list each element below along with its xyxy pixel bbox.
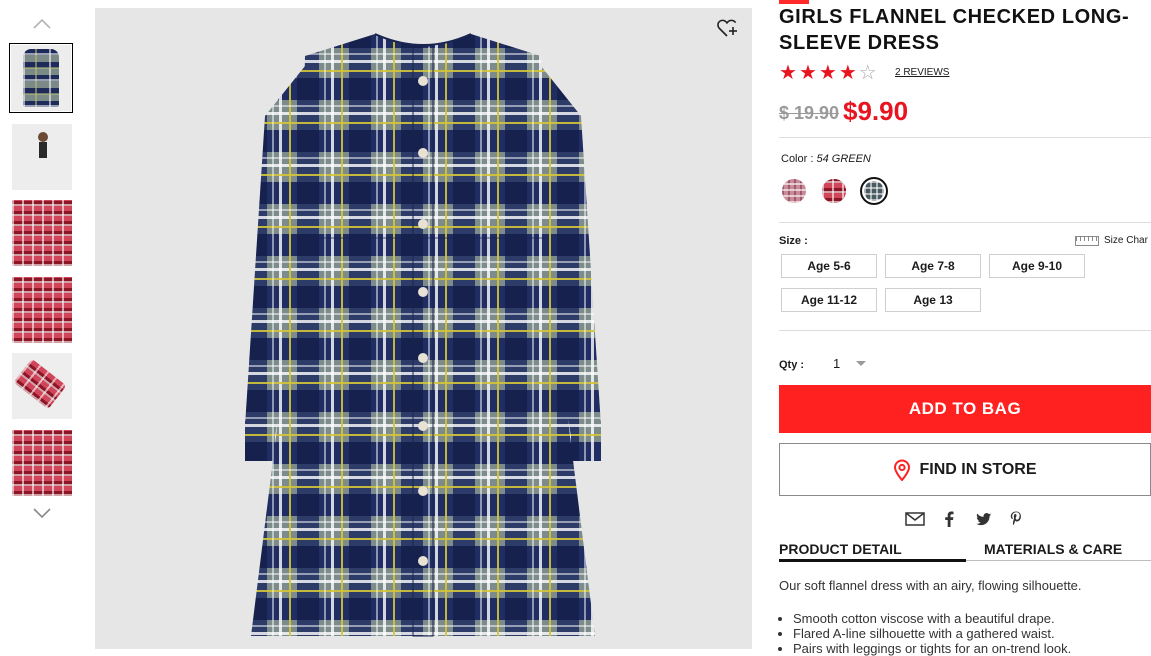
thumbnail-3[interactable]: [12, 200, 72, 266]
chevron-down-icon: [33, 508, 51, 519]
find-in-store-button[interactable]: FIND IN STORE: [779, 443, 1151, 496]
thumbnail-2[interactable]: [12, 124, 72, 190]
tab-active-indicator: [779, 559, 966, 562]
size-option[interactable]: Age 5-6: [781, 254, 877, 278]
thumbnail-4[interactable]: [12, 277, 72, 343]
size-label: Size :: [779, 235, 808, 247]
share-pinterest[interactable]: [1006, 509, 1026, 529]
qty-select[interactable]: 1: [825, 350, 875, 376]
thumbnail-1[interactable]: [9, 43, 73, 113]
original-price: $ 19.90: [779, 103, 840, 123]
sale-price: $9.90: [843, 96, 909, 126]
star-icon: ★: [818, 62, 837, 84]
list-item: Flared A-line silhouette with a gathered…: [793, 626, 1151, 641]
thumbnail-5[interactable]: [12, 353, 72, 419]
feature-list: Smooth cotton viscose with a beautiful d…: [779, 611, 1151, 656]
divider: [779, 330, 1151, 331]
qty-value: 1: [833, 355, 841, 371]
color-swatch-red[interactable]: [822, 179, 846, 203]
pinterest-icon: [1010, 511, 1021, 526]
heart-plus-icon: [717, 19, 737, 37]
qty-label: Qty :: [779, 359, 805, 371]
share-twitter[interactable]: [974, 509, 994, 529]
thumbnail-6[interactable]: [12, 430, 72, 496]
wishlist-button[interactable]: [716, 16, 740, 40]
thumbnail-up-arrow[interactable]: [30, 14, 54, 34]
twitter-icon: [976, 512, 992, 525]
product-title: GIRLS FLANNEL CHECKED LONG-SLEEVE DRESS: [779, 6, 1130, 54]
size-option[interactable]: Age 13: [885, 288, 981, 312]
reviews-link[interactable]: 2 REVIEWS: [895, 67, 949, 78]
color-value: 54 GREEN: [816, 153, 871, 165]
tab-product-detail[interactable]: PRODUCT DETAIL: [779, 541, 902, 557]
list-item: Smooth cotton viscose with a beautiful d…: [793, 611, 1151, 626]
divider: [779, 137, 1151, 138]
color-label: Color : 54 GREEN: [781, 153, 871, 165]
add-to-bag-button[interactable]: ADD TO BAG: [779, 385, 1151, 433]
tab-inactive-indicator: [966, 560, 1151, 561]
product-description: Our soft flannel dress with an airy, flo…: [779, 578, 1082, 593]
tab-materials-care[interactable]: MATERIALS & CARE: [984, 541, 1122, 557]
facebook-icon: [945, 511, 954, 527]
thumbnail-down-arrow[interactable]: [30, 503, 54, 523]
size-option[interactable]: Age 7-8: [885, 254, 981, 278]
mail-icon: [905, 512, 925, 526]
share-facebook[interactable]: [939, 509, 959, 529]
caret-down-icon: [856, 360, 867, 366]
location-pin-icon: [894, 459, 911, 481]
star-icon: ★: [779, 62, 797, 84]
main-product-image: [95, 8, 752, 649]
ruler-icon: [1075, 235, 1099, 246]
star-outline-icon: ☆: [858, 62, 877, 84]
star-rating: ★ ★ ★ ★ ☆: [779, 62, 877, 84]
color-swatch-pink[interactable]: [782, 179, 806, 203]
size-option[interactable]: Age 11-12: [781, 288, 877, 312]
star-icon: ★: [798, 62, 817, 84]
star-icon: ★: [838, 62, 857, 84]
size-chart-label: Size Char: [1104, 235, 1148, 246]
find-in-store-label: FIND IN STORE: [919, 460, 1037, 478]
color-swatch-green-selected[interactable]: [860, 177, 888, 205]
size-chart-link[interactable]: Size Char: [1075, 235, 1148, 246]
share-email[interactable]: [905, 509, 925, 529]
size-option[interactable]: Age 9-10: [989, 254, 1085, 278]
color-label-text: Color :: [781, 153, 814, 165]
dress-image: [245, 33, 601, 637]
divider: [779, 222, 1151, 223]
chevron-up-icon: [33, 18, 51, 29]
